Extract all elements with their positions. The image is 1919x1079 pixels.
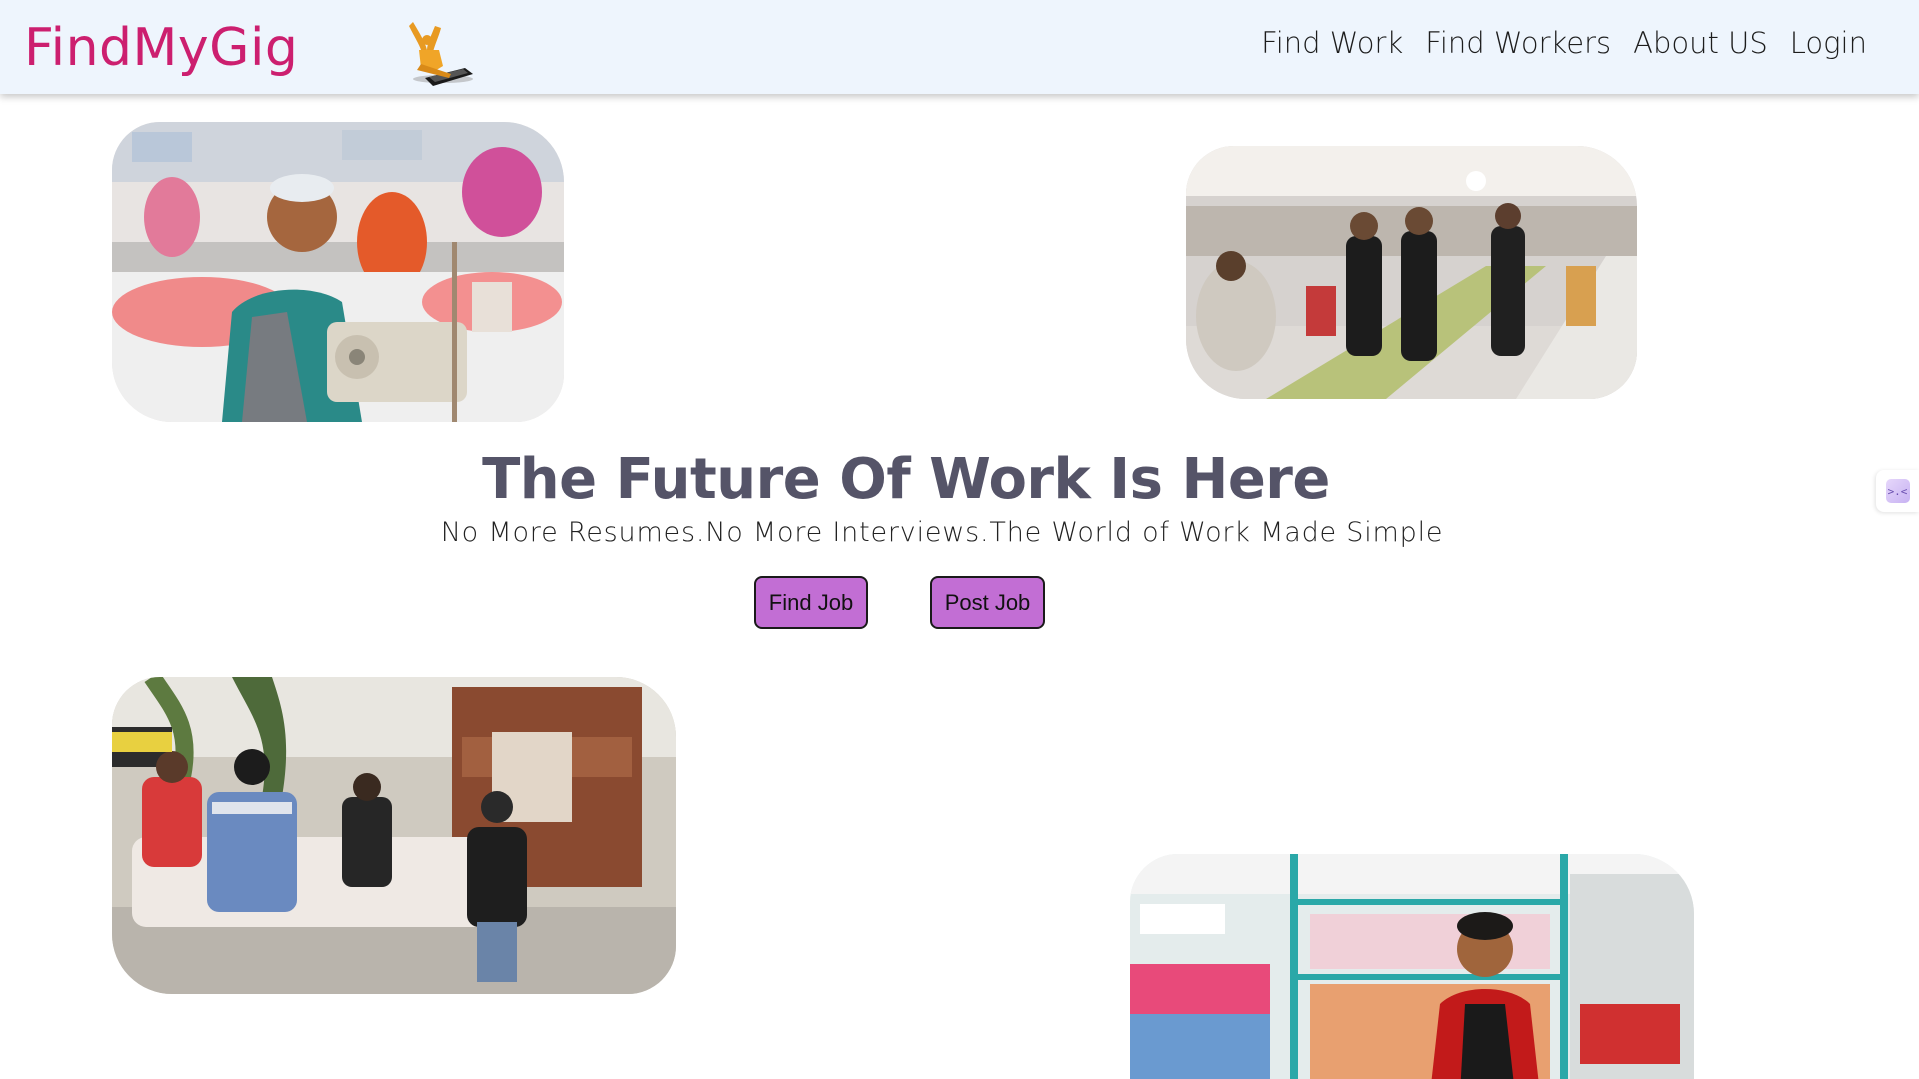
post-job-button[interactable]: Post Job xyxy=(930,576,1045,629)
hero-subtitle: No More Resumes.No More Interviews.The W… xyxy=(440,517,1444,548)
nav-login[interactable]: Login xyxy=(1790,26,1867,60)
landing-page: FindMyGig Find Work Find Workers About U… xyxy=(0,0,1919,1079)
main-nav: Find Work Find Workers About US Login xyxy=(1261,26,1867,60)
extension-icon: >.< xyxy=(1885,479,1910,503)
top-navbar: FindMyGig Find Work Find Workers About U… xyxy=(0,0,1919,94)
movers-loading-truck-photo xyxy=(112,677,676,994)
nav-find-workers[interactable]: Find Workers xyxy=(1425,26,1611,60)
extension-widget[interactable]: >.< xyxy=(1876,470,1919,512)
brand-logo-text[interactable]: FindMyGig xyxy=(24,18,298,78)
hero-title: The Future Of Work Is Here xyxy=(482,447,1330,512)
catering-servers-photo xyxy=(1186,146,1637,399)
nav-find-work[interactable]: Find Work xyxy=(1261,26,1403,60)
nav-about-us[interactable]: About US xyxy=(1633,26,1768,60)
garment-factory-worker-photo xyxy=(112,122,564,422)
shopkeeper-store-photo xyxy=(1130,854,1694,1079)
find-job-button[interactable]: Find Job xyxy=(754,576,868,629)
person-laptop-logo-icon xyxy=(395,16,480,88)
